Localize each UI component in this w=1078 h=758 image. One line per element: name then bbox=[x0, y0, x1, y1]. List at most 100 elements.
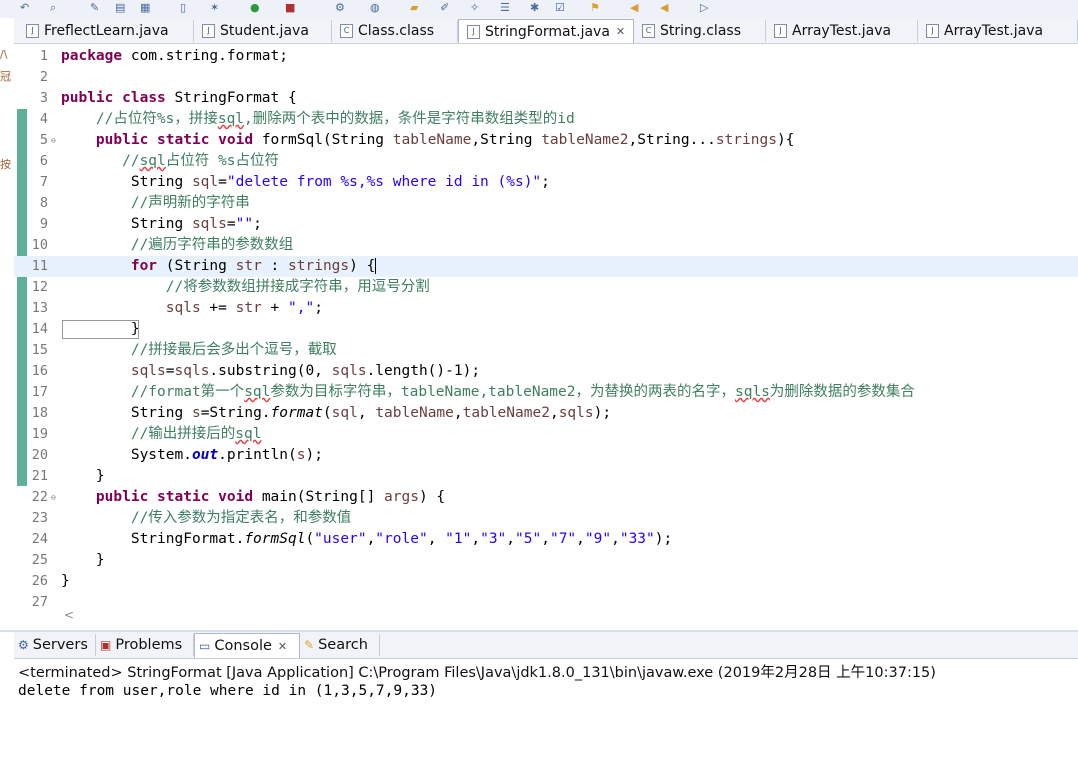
line-number: 21 bbox=[31, 468, 48, 484]
tab-stringformat-java[interactable]: J StringFormat.java ✕ bbox=[458, 19, 634, 43]
tab-label: ArrayTest.java bbox=[944, 23, 1044, 39]
toolbar-search-icon[interactable]: ⌕ bbox=[50, 1, 56, 15]
toolbar-edit-icon[interactable]: ✐ bbox=[440, 1, 449, 15]
toolbar-debug-icon[interactable]: ✶ bbox=[210, 1, 219, 15]
toolbar-wand-icon[interactable]: ✧ bbox=[470, 1, 479, 15]
code-line[interactable]: 9 String sqls=""; bbox=[14, 214, 1078, 235]
tab-console[interactable]: ▭ Console ✕ bbox=[194, 633, 300, 658]
editor-tab-bar: J FreflectLearn.java J Student.java C Cl… bbox=[14, 18, 1078, 44]
line-number: 4 bbox=[39, 111, 48, 127]
tab-search[interactable]: ✎ Search bbox=[300, 634, 380, 656]
toolbar-mark-icon[interactable]: ☑ bbox=[555, 1, 565, 15]
code-line[interactable]: 16 sqls=sqls.substring(0, sqls.length()-… bbox=[14, 361, 1078, 382]
code-line[interactable]: 17 //format第一个sql参数为目标字符串，tableName,tabl… bbox=[14, 382, 1078, 403]
java-file-icon: J bbox=[926, 24, 939, 38]
left-panel-glyph: /\ bbox=[0, 48, 8, 61]
code-line[interactable]: 27 bbox=[14, 592, 1078, 606]
code-line[interactable]: 10 //遍历字符串的参数数组 bbox=[14, 235, 1078, 256]
line-number: 17 bbox=[31, 384, 48, 400]
close-icon[interactable]: ✕ bbox=[278, 640, 287, 653]
code-line[interactable]: 4 //占位符%s，拼接sql,删除两个表中的数据，条件是字符串数组类型的id bbox=[14, 109, 1078, 130]
toolbar-pin-icon[interactable]: ✎ bbox=[90, 1, 99, 15]
tab-label: Problems bbox=[115, 637, 183, 653]
code-line[interactable]: 15 //拼接最后会多出个逗号，截取 bbox=[14, 340, 1078, 361]
tab-freflectlearn-java[interactable]: J FreflectLearn.java bbox=[18, 20, 194, 42]
toolbar-arrow-icon[interactable]: ↶ bbox=[20, 1, 29, 15]
tab-string-class[interactable]: C String.class bbox=[634, 20, 766, 42]
tab-label: ArrayTest.java bbox=[792, 23, 892, 39]
toolbar-forward-icon[interactable]: ◀ bbox=[660, 1, 668, 15]
code-line[interactable]: 25 } bbox=[14, 550, 1078, 571]
toolbar-globe-icon[interactable]: ◍ bbox=[370, 1, 380, 15]
tab-label: StringFormat.java bbox=[485, 23, 610, 40]
toolbar-annotation-icon[interactable]: ⚑ bbox=[590, 1, 600, 15]
tab-arraytest-java[interactable]: J ArrayTest.java bbox=[766, 20, 918, 42]
line-number: 7 bbox=[39, 174, 48, 190]
tab-problems[interactable]: ▣ Problems bbox=[96, 634, 194, 656]
code-line[interactable]: 20 System.out.println(s); bbox=[14, 445, 1078, 466]
code-line[interactable]: 18 String s=String.format(sql, tableName… bbox=[14, 403, 1078, 424]
tab-label: FreflectLearn.java bbox=[44, 23, 169, 39]
left-panel-glyph: 按 bbox=[0, 158, 11, 171]
toolbar-highlight-icon[interactable]: ▤ bbox=[115, 1, 125, 15]
line-number: 15 bbox=[31, 342, 48, 358]
code-line[interactable]: 5 ⊖ public static void formSql(String tab… bbox=[14, 130, 1078, 151]
line-number: 14 bbox=[31, 321, 48, 337]
console-output[interactable]: delete from user,role where id in (1,3,5… bbox=[18, 683, 437, 699]
console-view[interactable]: <terminated> StringFormat [Java Applicat… bbox=[14, 659, 1078, 758]
java-file-icon: J bbox=[202, 24, 215, 38]
horizontal-scrollbar[interactable]: < bbox=[58, 606, 1078, 626]
code-line[interactable]: 8 //声明新的字符串 bbox=[14, 193, 1078, 214]
toolbar-next-icon[interactable]: ▷ bbox=[700, 1, 708, 15]
code-line[interactable]: 1 package com.string.format; bbox=[14, 46, 1078, 67]
code-line[interactable]: 3 public class StringFormat { bbox=[14, 88, 1078, 109]
toolbar-page-icon[interactable]: ▯ bbox=[180, 1, 186, 15]
code-line[interactable]: 14 } bbox=[14, 319, 1078, 340]
scroll-left-icon[interactable]: < bbox=[64, 608, 74, 622]
code-line[interactable]: 13 sqls += str + ","; bbox=[14, 298, 1078, 319]
fold-toggle-icon[interactable]: ⊖ bbox=[51, 130, 56, 151]
current-code-line[interactable]: 11 for (String str : strings) { bbox=[14, 256, 1078, 277]
close-icon[interactable]: ✕ bbox=[616, 25, 625, 38]
code-line[interactable]: 6 //sql占位符 %s占位符 bbox=[14, 151, 1078, 172]
tab-class-class[interactable]: C Class.class bbox=[332, 20, 458, 42]
toolbar-stop-icon[interactable]: ■ bbox=[285, 1, 295, 15]
line-number: 8 bbox=[39, 195, 48, 211]
code-line[interactable]: 24 StringFormat.formSql("user","role", "… bbox=[14, 529, 1078, 550]
code-editor[interactable]: 1 package com.string.format; 2 3 public cl… bbox=[14, 44, 1078, 630]
java-file-icon: J bbox=[467, 24, 480, 39]
code-line[interactable]: 12 //将参数数组拼接成字符串，用逗号分割 bbox=[14, 277, 1078, 298]
code-line[interactable]: 21 } bbox=[14, 466, 1078, 487]
toolbar-table-icon[interactable]: ▦ bbox=[140, 1, 150, 15]
tab-servers[interactable]: ⚙ Servers bbox=[14, 634, 96, 656]
line-number: 10 bbox=[31, 237, 48, 253]
code-line[interactable]: 26} bbox=[14, 571, 1078, 592]
toolbar-server-icon[interactable]: ⚙ bbox=[335, 1, 345, 15]
line-number: 23 bbox=[31, 510, 48, 526]
line-number: 24 bbox=[31, 531, 48, 547]
code-line[interactable]: 23 //传入参数为指定表名，和参数值 bbox=[14, 508, 1078, 529]
tab-arraytest-java-2[interactable]: J ArrayTest.java bbox=[918, 20, 1078, 42]
search-icon: ✎ bbox=[304, 638, 315, 652]
fold-toggle-icon[interactable]: ⊖ bbox=[51, 487, 56, 508]
servers-icon: ⚙ bbox=[18, 638, 29, 652]
line-number: 16 bbox=[31, 363, 48, 379]
code-line[interactable]: 19 //输出拼接后的sql bbox=[14, 424, 1078, 445]
toolbar-folder-icon[interactable]: ▰ bbox=[410, 1, 418, 15]
problems-icon: ▣ bbox=[100, 638, 112, 652]
toolbar-back-icon[interactable]: ◀ bbox=[630, 1, 638, 15]
toolbar-task-icon[interactable]: ☰ bbox=[500, 1, 510, 15]
toolbar-bug-icon[interactable]: ✱ bbox=[530, 1, 539, 15]
line-number: 5 bbox=[39, 132, 48, 148]
console-icon: ▭ bbox=[199, 639, 211, 653]
code-lines: 1 package com.string.format; 2 3 public cl… bbox=[14, 46, 1078, 606]
panel-tab-bar: ⚙ Servers ▣ Problems ▭ Console ✕ ✎ Searc… bbox=[14, 632, 1078, 659]
java-file-icon: J bbox=[26, 24, 39, 38]
line-number: 19 bbox=[31, 426, 48, 442]
code-line[interactable]: 22 ⊖ public static void main(String[] arg… bbox=[14, 487, 1078, 508]
tab-label: Student.java bbox=[220, 23, 309, 39]
code-line[interactable]: 7 String sql="delete from %s,%s where id… bbox=[14, 172, 1078, 193]
code-line[interactable]: 2 bbox=[14, 67, 1078, 88]
toolbar-run-icon[interactable]: ● bbox=[250, 1, 260, 15]
tab-student-java[interactable]: J Student.java bbox=[194, 20, 332, 42]
